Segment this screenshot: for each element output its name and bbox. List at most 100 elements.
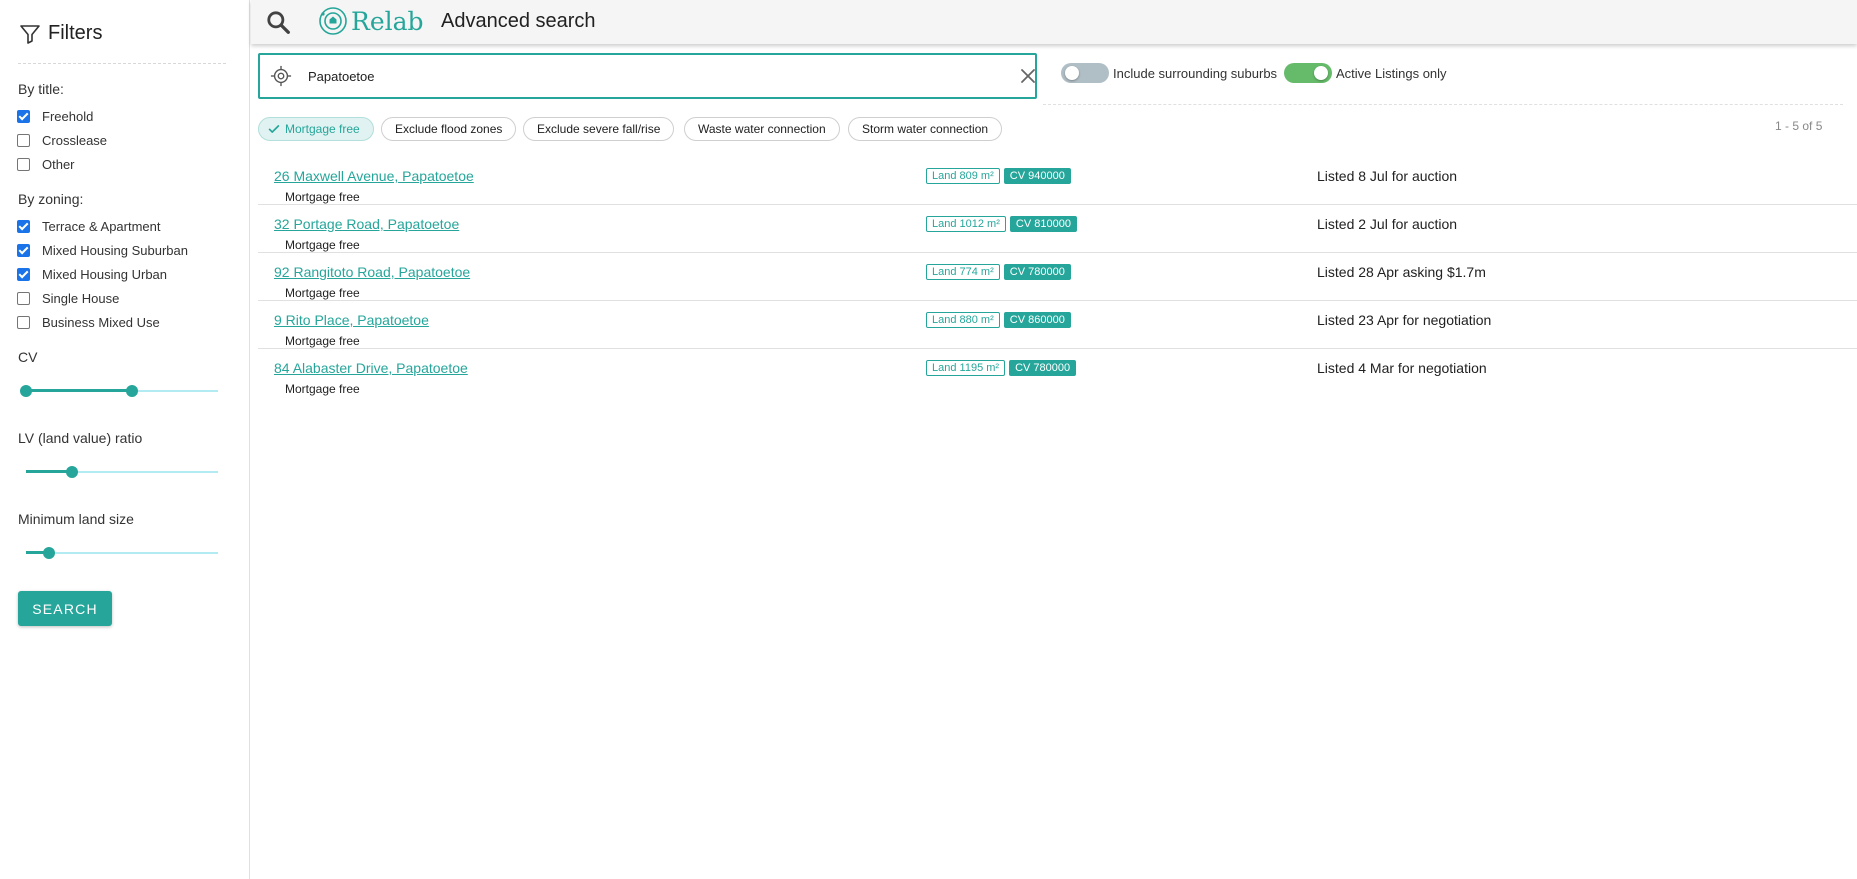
by-zoning-label: By zoning: (18, 191, 84, 207)
check-icon (268, 125, 280, 133)
list-item: 32 Portage Road, Papatoetoe Mortgage fre… (258, 205, 1857, 253)
slider-thumb[interactable] (43, 547, 56, 559)
chip-waste-water-connection[interactable]: Waste water connection (684, 117, 840, 141)
address-link[interactable]: 84 Alabaster Drive, Papatoetoe (274, 360, 468, 376)
chip-exclude-severe-fall-rise[interactable]: Exclude severe fall/rise (523, 117, 675, 141)
slider-thumb-max[interactable] (125, 385, 138, 397)
cv-range-slider[interactable] (20, 385, 218, 397)
checkbox-box[interactable] (17, 243, 30, 257)
badges: Land 774 m² CV 780000 (926, 264, 1071, 280)
checkbox-business-mixed-use[interactable]: Business Mixed Use (17, 312, 160, 332)
relab-logo[interactable]: Relab (317, 5, 424, 37)
listing-status: Listed 2 Jul for auction (1317, 216, 1458, 232)
checkbox-box[interactable] (17, 133, 30, 147)
search-icon[interactable] (265, 9, 291, 35)
list-item: 84 Alabaster Drive, Papatoetoe Mortgage … (258, 349, 1857, 397)
checkbox-mixed-housing-suburban[interactable]: Mixed Housing Suburban (17, 240, 188, 260)
active-listings-toggle[interactable]: Active Listings only (1284, 61, 1447, 85)
filters-title: Filters (48, 22, 103, 44)
checkbox-box[interactable] (17, 267, 30, 281)
toggle-switch[interactable] (1061, 63, 1109, 83)
address-link[interactable]: 26 Maxwell Avenue, Papatoetoe (274, 168, 474, 184)
min-land-size-slider[interactable] (26, 547, 218, 559)
filters-sidebar: Filters By title: Freehold Crosslease Ot… (0, 0, 250, 879)
badges: Land 809 m² CV 940000 (926, 168, 1071, 184)
mortgage-tag: Mortgage free (285, 238, 360, 252)
list-item: 92 Rangitoto Road, Papatoetoe Mortgage f… (258, 253, 1857, 301)
cv-badge: CV 780000 (1009, 360, 1077, 376)
checkbox-box[interactable] (17, 109, 30, 123)
slider-thumb-min[interactable] (20, 385, 32, 397)
checkbox-mixed-housing-urban[interactable]: Mixed Housing Urban (17, 264, 167, 284)
checkbox-freehold[interactable]: Freehold (17, 106, 93, 126)
mortgage-tag: Mortgage free (285, 286, 360, 300)
list-item: 26 Maxwell Avenue, Papatoetoe Mortgage f… (258, 157, 1857, 205)
listing-status: Listed 23 Apr for negotiation (1317, 312, 1492, 328)
cv-badge: CV 860000 (1003, 312, 1071, 328)
checkbox-label: Mixed Housing Suburban (42, 242, 188, 258)
results-count: 1 - 5 of 5 (1775, 119, 1823, 133)
chip-label: Storm water connection (862, 122, 989, 136)
page-title: Advanced search (441, 10, 596, 32)
chip-label: Exclude flood zones (395, 122, 503, 136)
cv-label: CV (18, 349, 38, 365)
slider-thumb[interactable] (66, 466, 79, 478)
land-badge: Land 1012 m² (926, 216, 1006, 232)
toggle-knob (1065, 66, 1079, 80)
filter-icon (20, 25, 40, 44)
crosshair-icon[interactable] (270, 65, 292, 87)
surrounding-suburbs-toggle[interactable]: Include surrounding suburbs (1061, 61, 1277, 85)
cv-badge: CV 780000 (1003, 264, 1071, 280)
toggle-knob (1314, 66, 1328, 80)
mortgage-tag: Mortgage free (285, 334, 360, 348)
address-link[interactable]: 32 Portage Road, Papatoetoe (274, 216, 459, 232)
close-icon[interactable] (1019, 67, 1037, 85)
search-button[interactable]: SEARCH (18, 591, 112, 626)
logo-text: Relab (351, 6, 424, 36)
list-item: 9 Rito Place, Papatoetoe Mortgage free L… (258, 301, 1857, 349)
badges: Land 1195 m² CV 780000 (926, 360, 1077, 376)
toggle-label: Include surrounding suburbs (1113, 65, 1278, 81)
checkbox-label: Single House (42, 290, 120, 306)
address-link[interactable]: 92 Rangitoto Road, Papatoetoe (274, 264, 470, 280)
chip-mortgage-free[interactable]: Mortgage free (258, 117, 374, 141)
location-search-box[interactable] (258, 53, 1037, 99)
checkbox-label: Crosslease (42, 132, 108, 148)
toggle-switch[interactable] (1284, 63, 1332, 83)
listing-status: Listed 4 Mar for negotiation (1317, 360, 1487, 376)
divider (1043, 104, 1843, 105)
toggle-label: Active Listings only (1336, 65, 1447, 81)
chip-label: Waste water connection (698, 122, 826, 136)
slider-track (26, 389, 132, 392)
lv-ratio-label: LV (land value) ratio (18, 430, 143, 446)
chip-exclude-flood-zones[interactable]: Exclude flood zones (381, 117, 517, 141)
checkbox-box[interactable] (17, 315, 30, 329)
land-badge: Land 880 m² (926, 312, 1000, 328)
checkbox-label: Terrace & Apartment (42, 218, 161, 234)
checkbox-label: Other (42, 156, 75, 172)
location-input[interactable] (306, 65, 986, 87)
address-link[interactable]: 9 Rito Place, Papatoetoe (274, 312, 429, 328)
by-title-label: By title: (18, 81, 64, 97)
lv-ratio-slider[interactable] (26, 466, 218, 478)
chip-label: Mortgage free (285, 122, 360, 136)
chip-storm-water-connection[interactable]: Storm water connection (848, 117, 1003, 141)
chip-label: Exclude severe fall/rise (537, 122, 661, 136)
checkbox-box[interactable] (17, 291, 30, 305)
checkbox-terrace-apartment[interactable]: Terrace & Apartment (17, 216, 161, 236)
checkbox-single-house[interactable]: Single House (17, 288, 119, 308)
checkbox-box[interactable] (17, 219, 30, 233)
badges: Land 880 m² CV 860000 (926, 312, 1071, 328)
mortgage-tag: Mortgage free (285, 190, 360, 204)
land-badge: Land 774 m² (926, 264, 1000, 280)
checkbox-crosslease[interactable]: Crosslease (17, 130, 107, 150)
min-land-size-label: Minimum land size (18, 511, 134, 527)
checkbox-label: Mixed Housing Urban (42, 266, 168, 282)
listing-status: Listed 8 Jul for auction (1317, 168, 1458, 184)
land-badge: Land 809 m² (926, 168, 1000, 184)
badges: Land 1012 m² CV 810000 (926, 216, 1077, 232)
checkbox-box[interactable] (17, 157, 30, 171)
listing-status: Listed 28 Apr asking $1.7m (1317, 264, 1486, 280)
checkbox-other[interactable]: Other (17, 154, 75, 174)
checkbox-label: Business Mixed Use (42, 314, 160, 330)
